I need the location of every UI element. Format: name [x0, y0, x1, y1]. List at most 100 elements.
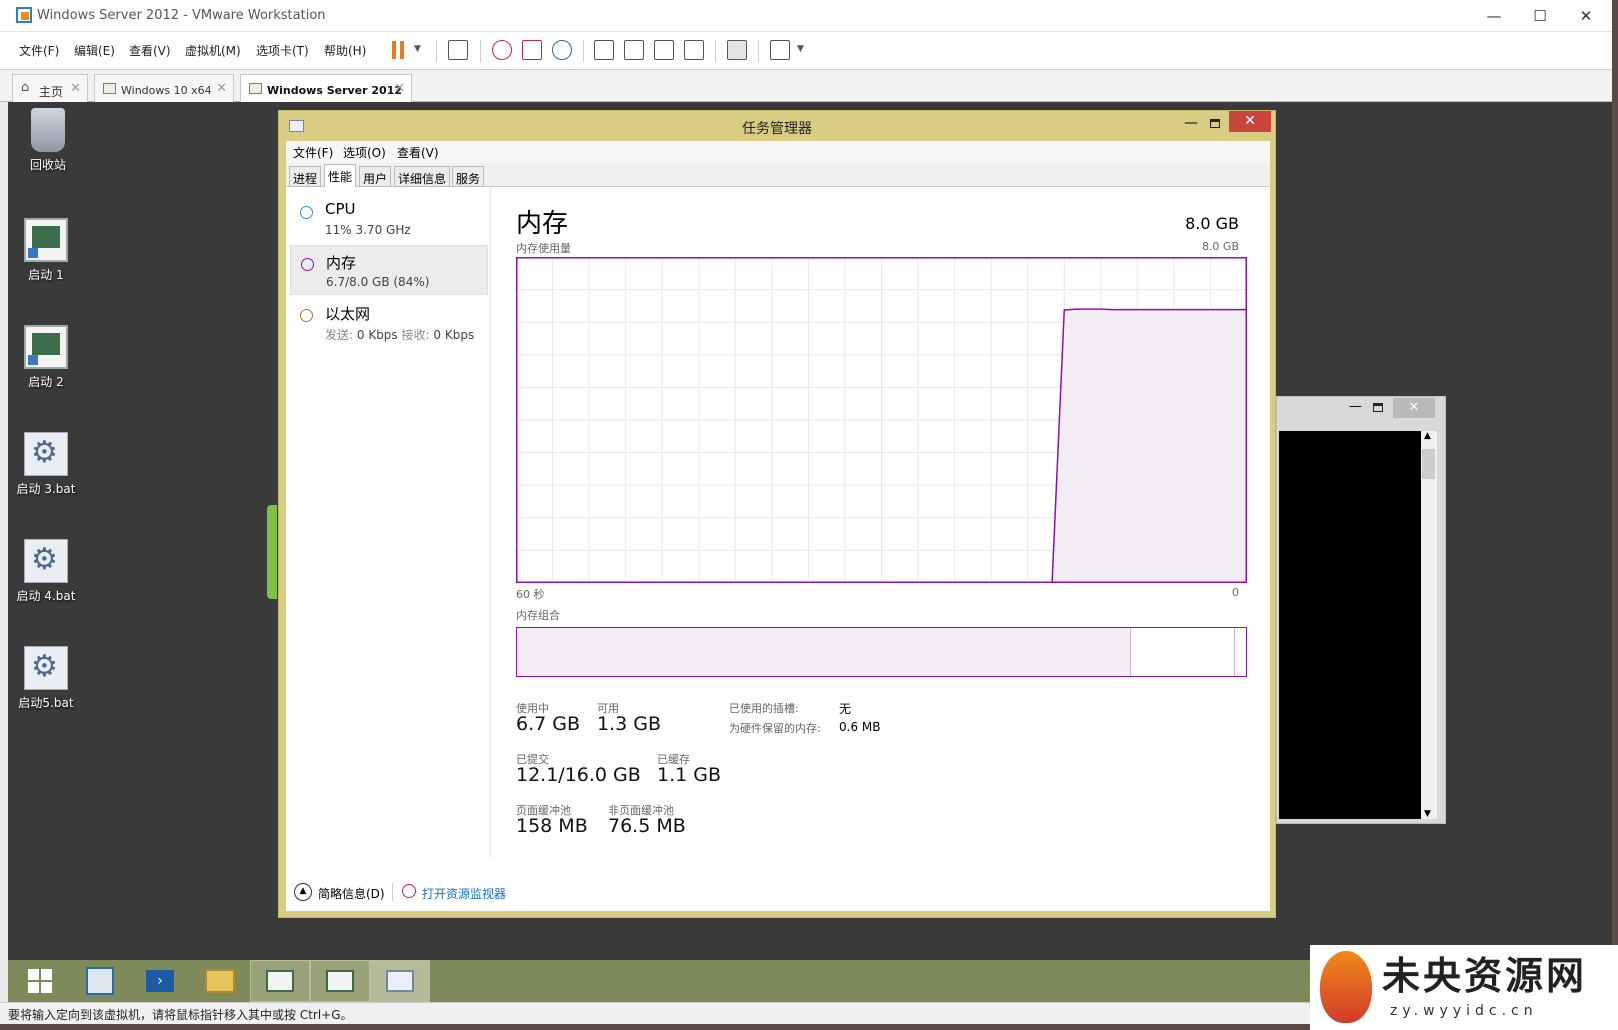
- tab-details[interactable]: 详细信息: [394, 166, 451, 187]
- cpu-status-icon: [300, 206, 313, 219]
- start-button[interactable]: [10, 960, 70, 1002]
- menu-edit[interactable]: 编辑(E): [74, 42, 115, 59]
- taskbar-powershell[interactable]: ›: [130, 960, 190, 1002]
- fewer-details-link[interactable]: 简略信息(D): [318, 885, 385, 902]
- pause-icon[interactable]: [392, 41, 396, 59]
- tm-menu-options[interactable]: 选项(O): [343, 144, 386, 161]
- toolbar-divider: [480, 40, 481, 62]
- axis-left-label: 60 秒: [516, 588, 545, 601]
- tab-label: Windows 10 x64: [121, 84, 212, 97]
- task-manager-titlebar[interactable]: 任务管理器 — ✕: [279, 111, 1275, 141]
- slots-label: 已使用的插槽:: [729, 702, 799, 715]
- watermark: 未央资源网 zy.wyyidc.cn: [1310, 945, 1618, 1030]
- chevron-down-icon[interactable]: ▼: [1424, 809, 1431, 819]
- desktop-icon-label: 启动 1: [28, 268, 64, 282]
- send-keys-icon[interactable]: [448, 40, 468, 60]
- taskbar-task-manager[interactable]: [370, 960, 430, 1002]
- desktop-icon-recycle-bin[interactable]: 回收站: [10, 108, 86, 173]
- minimize-button[interactable]: —: [1184, 115, 1198, 131]
- revert-snapshot-icon[interactable]: [522, 40, 542, 60]
- open-resource-monitor-link[interactable]: 打开资源监视器: [422, 885, 506, 902]
- tab-windows-server-2012[interactable]: Windows Server 2012 ✕: [240, 74, 412, 102]
- close-icon[interactable]: ✕: [70, 81, 81, 96]
- batch-file-icon: [24, 539, 68, 583]
- desktop-icon-startup-3-bat[interactable]: 启动 3.bat: [8, 432, 84, 497]
- nonpaged-pool-value: 76.5 MB: [608, 815, 686, 837]
- chevron-up-icon[interactable]: ▲: [1424, 431, 1431, 441]
- chevron-up-icon[interactable]: ▲: [294, 883, 312, 901]
- usage-label: 内存使用量: [516, 242, 571, 255]
- sidebar-item-memory[interactable]: 内存 6.7/8.0 GB (84%): [290, 245, 488, 295]
- desktop-icon-label: 启动 3.bat: [16, 482, 76, 496]
- snapshot-manager-icon[interactable]: [552, 40, 572, 60]
- task-manager-window[interactable]: 任务管理器 — ✕ 文件(F) 选项(O) 查看(V) 进程 性能 用户 详细信…: [278, 110, 1276, 918]
- maximize-button[interactable]: ☐: [1520, 4, 1560, 28]
- console-icon[interactable]: [727, 40, 747, 60]
- vmware-titlebar: Windows Server 2012 - VMware Workstation…: [0, 0, 1612, 32]
- vm-icon: [103, 83, 116, 94]
- maximize-button[interactable]: [1210, 119, 1220, 128]
- tab-users[interactable]: 用户: [359, 166, 392, 187]
- close-icon[interactable]: ✕: [216, 81, 227, 96]
- taskbar-file-explorer[interactable]: [190, 960, 250, 1002]
- menu-vm[interactable]: 虚拟机(M): [185, 42, 241, 59]
- chevron-down-icon[interactable]: ▼: [797, 44, 804, 54]
- sidebar-item-ethernet[interactable]: 以太网 发送: 0 Kbps 接收: 0 Kbps: [290, 297, 488, 347]
- toolbar-divider: [583, 40, 584, 62]
- toolbar-divider: [436, 40, 437, 62]
- folder-icon: [205, 969, 235, 993]
- stretch-icon[interactable]: [770, 40, 790, 60]
- close-button[interactable]: ✕: [1393, 398, 1435, 418]
- console-window[interactable]: — ✕ ▲ ▼: [1276, 396, 1446, 824]
- thumbnail-bar-icon[interactable]: [624, 40, 644, 60]
- performance-sidebar: CPU 11% 3.70 GHz 内存 6.7/8.0 GB (84%) 以太网…: [286, 188, 491, 858]
- tab-home[interactable]: ⌂ 主页 ✕: [12, 74, 88, 102]
- task-manager-tabs: 进程 性能 用户 详细信息 服务: [286, 163, 1270, 188]
- menu-help[interactable]: 帮助(H): [324, 42, 366, 59]
- scrollbar-thumb[interactable]: [1422, 449, 1435, 479]
- close-button[interactable]: ✕: [1229, 111, 1271, 132]
- reserved-label: 为硬件保留的内存:: [729, 722, 821, 735]
- available-value: 1.3 GB: [597, 713, 662, 735]
- composition-label: 内存组合: [516, 609, 560, 622]
- menu-tabs[interactable]: 选项卡(T): [256, 42, 309, 59]
- vmware-menubar: 文件(F) 编辑(E) 查看(V) 虚拟机(M) 选项卡(T) 帮助(H) ▼ …: [0, 32, 1612, 70]
- task-manager-body: 文件(F) 选项(O) 查看(V) 进程 性能 用户 详细信息 服务 CPU 1…: [286, 141, 1270, 911]
- sidebar-toggle-icon[interactable]: [594, 40, 614, 60]
- desktop-icon-startup-5-bat[interactable]: 启动5.bat: [8, 646, 84, 711]
- console-output[interactable]: [1279, 431, 1421, 819]
- sidebar-item-cpu[interactable]: CPU 11% 3.70 GHz: [290, 194, 488, 244]
- tab-performance[interactable]: 性能: [324, 164, 357, 188]
- snapshot-icon[interactable]: [492, 40, 512, 60]
- chevron-down-icon[interactable]: ▼: [414, 44, 421, 54]
- desktop-icon-startup-4-bat[interactable]: 启动 4.bat: [8, 539, 84, 604]
- powershell-icon: ›: [146, 970, 174, 992]
- home-icon: ⌂: [21, 80, 30, 95]
- close-icon[interactable]: ✕: [394, 81, 405, 96]
- taskbar-startup-window-2[interactable]: [310, 960, 370, 1002]
- menu-file[interactable]: 文件(F): [19, 42, 59, 59]
- windows-logo-icon: [28, 969, 52, 993]
- tab-windows10[interactable]: Windows 10 x64 ✕: [94, 74, 234, 102]
- resource-monitor-icon: [402, 884, 416, 898]
- desktop-icon-startup-2[interactable]: 启动 2: [8, 325, 84, 390]
- side-handle[interactable]: [267, 505, 277, 599]
- desktop-icon-label: 启动 2: [28, 375, 64, 389]
- minimize-button[interactable]: —: [1474, 4, 1514, 28]
- fullscreen-icon[interactable]: [654, 40, 674, 60]
- tab-services[interactable]: 服务: [452, 166, 485, 187]
- tab-processes[interactable]: 进程: [289, 166, 322, 187]
- unity-icon[interactable]: [684, 40, 704, 60]
- scrollbar[interactable]: ▲ ▼: [1421, 431, 1437, 819]
- toolbar-divider: [715, 40, 716, 62]
- desktop-icon-startup-1[interactable]: 启动 1: [8, 218, 84, 283]
- minimize-button[interactable]: —: [1349, 399, 1362, 414]
- shortcut-icon: [24, 325, 68, 369]
- menu-view[interactable]: 查看(V): [129, 42, 171, 59]
- close-button[interactable]: ✕: [1566, 4, 1606, 28]
- taskbar-server-manager[interactable]: [70, 960, 130, 1002]
- taskbar-startup-window-1[interactable]: [250, 960, 310, 1002]
- maximize-button[interactable]: [1373, 403, 1383, 412]
- tm-menu-view[interactable]: 查看(V): [397, 144, 439, 161]
- tm-menu-file[interactable]: 文件(F): [293, 144, 333, 161]
